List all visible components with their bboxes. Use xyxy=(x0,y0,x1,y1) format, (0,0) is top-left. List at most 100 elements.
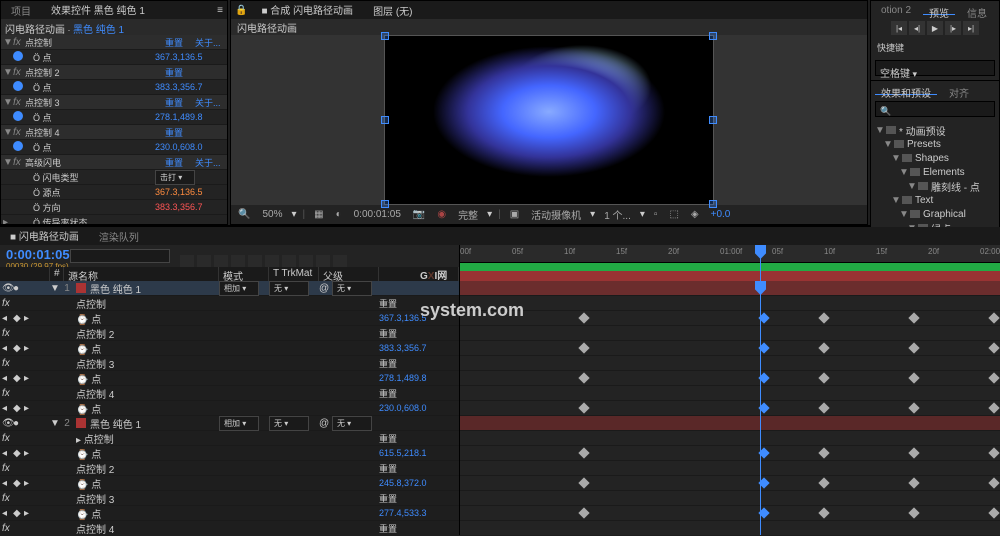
tab-layer[interactable]: 图层 (无) xyxy=(367,1,418,20)
add-kf-icon[interactable]: ◆ xyxy=(13,343,23,353)
fx-badge[interactable]: fx xyxy=(13,37,25,48)
property-value[interactable]: 230.0,608.0 xyxy=(155,142,225,152)
tree-item[interactable]: Elements xyxy=(923,167,965,178)
property-value[interactable]: 重置 xyxy=(379,327,459,340)
property-value[interactable]: 重置 xyxy=(379,357,459,370)
property-value[interactable]: 383.3,356.7 xyxy=(155,202,225,212)
keyframe[interactable] xyxy=(908,402,919,413)
next-frame-icon[interactable]: |▸ xyxy=(945,21,961,35)
twirl-icon[interactable]: ▼ xyxy=(3,37,13,48)
property-value[interactable]: 367.3,136.5 xyxy=(155,52,225,62)
timeline-tab-render[interactable]: 渲染队列 xyxy=(93,227,145,246)
next-kf-icon[interactable]: ▸ xyxy=(24,508,34,518)
property-value[interactable]: 383.3,356.7 xyxy=(155,82,225,92)
parent-dropdown[interactable]: 无 ▾ xyxy=(332,281,372,296)
add-kf-icon[interactable]: ◆ xyxy=(13,478,23,488)
view-icon2[interactable]: ▫ xyxy=(651,209,661,220)
tab-info[interactable]: 信息 xyxy=(961,3,993,15)
fx-icon[interactable]: fx xyxy=(2,493,12,503)
zoom-dropdown[interactable]: 50% xyxy=(259,209,285,220)
keyframe[interactable] xyxy=(578,507,589,518)
twirl-icon[interactable]: ▼ xyxy=(907,181,915,192)
grid-icon[interactable]: ▦ xyxy=(311,209,326,220)
tab-motion[interactable]: otion 2 xyxy=(875,3,917,15)
timeline-search[interactable] xyxy=(70,249,170,263)
prev-kf-icon[interactable]: ◂ xyxy=(2,448,12,458)
fx-badge[interactable]: fx xyxy=(13,67,25,78)
keyframe[interactable] xyxy=(578,372,589,383)
keyframe[interactable] xyxy=(908,372,919,383)
keyframe[interactable] xyxy=(818,372,829,383)
property-name[interactable]: ▸ 点控制 xyxy=(74,431,219,446)
lock-icon[interactable]: 🔒 xyxy=(235,5,247,16)
view-icon3[interactable]: ⬚ xyxy=(666,209,681,220)
trkmat-dropdown[interactable]: 无 ▾ xyxy=(269,281,309,296)
keyframe[interactable] xyxy=(908,342,919,353)
keyframe[interactable] xyxy=(578,477,589,488)
tree-item[interactable]: 雕刻线 - 点 xyxy=(931,179,980,194)
property-name[interactable]: ⌚ 点 xyxy=(74,476,219,491)
solo-icon[interactable]: ● xyxy=(13,283,23,293)
roi-icon[interactable]: ◉ xyxy=(434,209,449,220)
keyframe[interactable] xyxy=(988,372,999,383)
layer-color[interactable] xyxy=(76,283,86,293)
effect-name[interactable]: 点控制 3 xyxy=(25,96,165,109)
effect-name[interactable]: 点控制 2 xyxy=(25,66,165,79)
parent-dropdown[interactable]: 无 ▾ xyxy=(332,416,372,431)
add-kf-icon[interactable]: ◆ xyxy=(13,508,23,518)
reset-link[interactable]: 重置 xyxy=(165,96,195,109)
property-value[interactable]: 重置 xyxy=(379,432,459,445)
fx-badge[interactable]: fx xyxy=(13,97,25,108)
tree-item[interactable]: * 动画预设 xyxy=(899,123,946,138)
effect-name[interactable]: 高级闪电 xyxy=(25,156,165,169)
about-link[interactable]: 关于... xyxy=(195,96,225,109)
reset-link[interactable]: 重置 xyxy=(165,66,195,79)
keyframe[interactable] xyxy=(818,342,829,353)
twirl-icon[interactable]: ▼ xyxy=(891,153,899,164)
last-frame-icon[interactable]: ▸| xyxy=(963,21,979,35)
property-value[interactable]: 367.3,136.5 xyxy=(379,313,459,323)
twirl-icon[interactable]: ▼ xyxy=(3,97,13,108)
fx-badge[interactable]: fx xyxy=(13,127,25,138)
eye-icon[interactable]: 👁 xyxy=(2,283,12,293)
fx-badge[interactable]: fx xyxy=(13,157,25,168)
add-kf-icon[interactable]: ◆ xyxy=(13,403,23,413)
transform-handle[interactable] xyxy=(709,200,717,208)
property-value[interactable]: 重置 xyxy=(379,522,459,535)
shortcut-dropdown[interactable]: 空格键 ▾ xyxy=(875,60,995,76)
tab-project[interactable]: 项目 xyxy=(5,1,37,20)
next-kf-icon[interactable]: ▸ xyxy=(24,403,34,413)
property-value[interactable]: 重置 xyxy=(379,462,459,475)
col-source[interactable]: 源名称 xyxy=(64,267,219,281)
twirl-icon[interactable]: ▼ xyxy=(875,125,883,136)
effect-name[interactable]: 点控制 4 xyxy=(25,126,165,139)
effect-name[interactable]: 点控制 xyxy=(25,36,165,49)
add-kf-icon[interactable]: ◆ xyxy=(13,373,23,383)
keyframe[interactable] xyxy=(818,477,829,488)
twirl-icon[interactable]: ▸ xyxy=(3,217,13,225)
stopwatch-icon[interactable] xyxy=(13,141,23,151)
resolution-dropdown[interactable]: 完整 xyxy=(455,207,481,222)
tree-item[interactable]: Shapes xyxy=(915,153,949,164)
keyframe[interactable] xyxy=(818,312,829,323)
twirl-icon[interactable]: ▼ xyxy=(899,209,907,220)
layer-name[interactable]: 黑色 纯色 1 xyxy=(88,281,219,296)
next-kf-icon[interactable]: ▸ xyxy=(24,448,34,458)
view-icon[interactable]: ▣ xyxy=(507,209,522,220)
property-value[interactable]: 278.1,489.8 xyxy=(379,373,459,383)
keyframe[interactable] xyxy=(578,402,589,413)
keyframe[interactable] xyxy=(578,447,589,458)
time-display[interactable]: 0:00:01:05 xyxy=(351,209,404,220)
keyframe[interactable] xyxy=(908,447,919,458)
prev-kf-icon[interactable]: ◂ xyxy=(2,313,12,323)
eye-icon[interactable]: 👁 xyxy=(2,418,12,428)
property-name[interactable]: ⌚ 点 xyxy=(74,446,219,461)
property-value[interactable]: 重置 xyxy=(379,492,459,505)
solo-icon[interactable]: ● xyxy=(13,418,23,428)
layer-color[interactable] xyxy=(76,418,86,428)
transform-handle[interactable] xyxy=(709,32,717,40)
fx-icon[interactable]: fx xyxy=(2,328,12,338)
twirl-icon[interactable]: ▼ xyxy=(3,67,13,78)
prev-frame-icon[interactable]: ◂| xyxy=(909,21,925,35)
twirl-icon[interactable]: ▼ xyxy=(50,283,60,294)
